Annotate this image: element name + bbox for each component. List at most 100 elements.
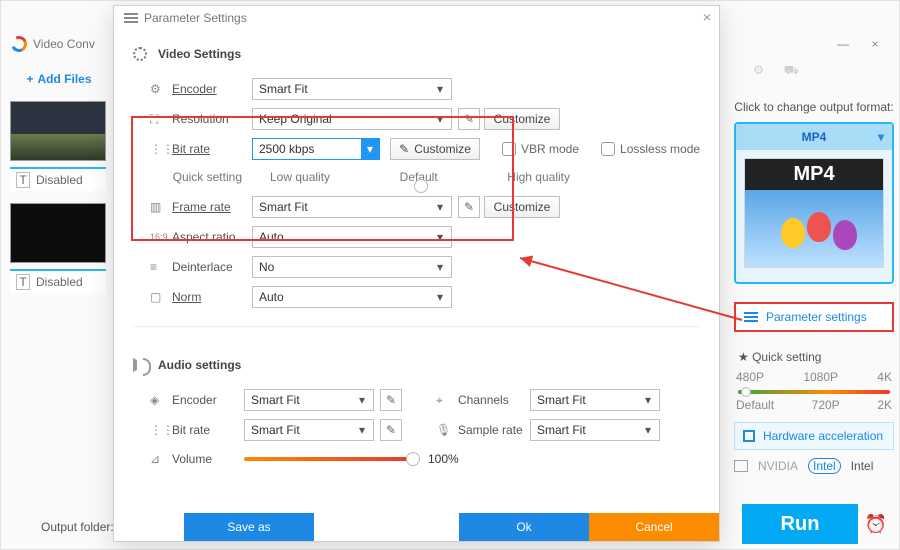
quick-setting-label: ★ Quick setting (738, 350, 894, 364)
audio-bitrate-select[interactable]: Smart Fit▾ (244, 419, 374, 441)
chevron-down-icon: ▾ (878, 130, 884, 144)
run-button[interactable]: Run (742, 504, 858, 544)
norm-label: Norm (172, 290, 252, 304)
pencil-icon: ✎ (399, 142, 409, 156)
dialog-close-button[interactable]: × (703, 9, 711, 25)
add-files-button[interactable]: +Add Files (7, 63, 111, 95)
chip-icon (743, 430, 755, 442)
audio-encoder-select[interactable]: Smart Fit▾ (244, 389, 374, 411)
parameter-settings-button[interactable]: Parameter settings (734, 302, 894, 332)
parameter-settings-dialog: Parameter Settings × Video Settings ⚙ En… (113, 5, 720, 542)
video-thumbnail-2[interactable] (10, 203, 106, 263)
ok-button[interactable]: Ok (459, 513, 589, 541)
sliders-icon (744, 312, 758, 322)
audio-encoder-icon: ◈ (150, 393, 172, 407)
framerate-icon: ▥ (150, 200, 172, 214)
aspect-select[interactable]: Auto▾ (252, 226, 452, 248)
speaker-icon (133, 358, 147, 372)
cart-icon[interactable]: ⛟ (784, 63, 799, 79)
audio-bitrate-icon: ⋮⋮ (150, 423, 172, 437)
intel-badge: Intel (808, 458, 841, 474)
gear-icon (133, 47, 147, 61)
alarm-icon[interactable]: ⏰ (858, 504, 894, 544)
text-icon: T (16, 274, 30, 290)
samplerate-select[interactable]: Smart Fit▾ (530, 419, 660, 441)
volume-slider[interactable] (244, 457, 414, 461)
hardware-accel-toggle[interactable]: Hardware acceleration (734, 422, 894, 450)
channels-select[interactable]: Smart Fit▾ (530, 389, 660, 411)
slider-thumb[interactable] (741, 387, 751, 397)
vendor-badges: NVIDIAIntelIntel (734, 458, 894, 474)
framerate-select[interactable]: Smart Fit▾ (252, 196, 452, 218)
quick-setting-slider[interactable] (738, 390, 890, 394)
framerate-label: Frame rate (172, 200, 252, 214)
resolution-select[interactable]: Keep Original▾ (252, 108, 452, 130)
toolbar-icons-right: ⚙ ⛟ (753, 63, 799, 79)
bitrate-select[interactable]: 2500 kbps▾ (252, 138, 380, 160)
bitrate-label: Bit rate (172, 142, 252, 156)
quick-quality-slider: Quick setting Low qualityDefaultHigh qua… (114, 164, 719, 192)
dialog-button-bar: Save as Ok Cancel (114, 513, 719, 541)
format-badge: MP4 (745, 159, 883, 190)
resolution-edit-icon[interactable]: ✎ (458, 108, 480, 130)
sliders-icon (124, 13, 138, 23)
chevron-down-icon: ▾ (433, 230, 447, 244)
audio-bitrate-label: Bit rate (172, 423, 244, 437)
deinterlace-label: Deinterlace (172, 260, 252, 274)
edit-icon[interactable]: ✎ (380, 389, 402, 411)
volume-icon: ⊿ (150, 452, 172, 466)
dialog-title: Parameter Settings × (114, 6, 719, 30)
chevron-down-icon: ▾ (433, 260, 447, 274)
chevron-down-icon: ▾ (361, 139, 379, 159)
nvidia-icon (734, 460, 748, 472)
vbr-mode-checkbox[interactable]: VBR mode (502, 142, 579, 156)
resolution-label: Resolution (172, 112, 252, 126)
volume-value: 100% (428, 452, 459, 466)
aspect-label: Aspect ratio (172, 230, 252, 244)
volume-label: Volume (172, 452, 244, 466)
encoder-label: Encoder (172, 82, 252, 96)
audio-encoder-label: Encoder (172, 393, 244, 407)
cancel-button[interactable]: Cancel (589, 513, 719, 541)
left-panel: +Add Files TDisabled TDisabled (7, 63, 111, 305)
resolution-icon: ⛶ (150, 112, 172, 127)
resolution-customize-button[interactable]: Customize (484, 108, 560, 130)
slider-thumb[interactable] (414, 179, 428, 193)
channels-label: Channels (458, 393, 530, 407)
right-panel: Click to change output format: MP4▾ MP4 … (734, 100, 894, 474)
samplerate-label: Sample rate (458, 423, 530, 437)
chevron-down-icon: ▾ (433, 82, 447, 96)
text-icon: T (16, 172, 30, 188)
output-folder-label: Output folder: (41, 520, 114, 534)
chevron-down-icon: ▾ (433, 290, 447, 304)
audio-settings-header: Audio settings (114, 341, 719, 385)
format-header[interactable]: MP4▾ (736, 124, 892, 150)
encoder-select[interactable]: Smart Fit▾ (252, 78, 452, 100)
channels-icon: ⌖ (436, 393, 458, 408)
samplerate-icon: 🎙 (436, 423, 458, 437)
edit-icon[interactable]: ✎ (380, 419, 402, 441)
video-settings-header: Video Settings (114, 30, 719, 74)
chevron-down-icon: ▾ (433, 200, 447, 214)
subtitle-disabled-1[interactable]: TDisabled (10, 167, 106, 191)
encoder-icon: ⚙ (150, 82, 172, 96)
deinterlace-select[interactable]: No▾ (252, 256, 452, 278)
video-thumbnail-1[interactable] (10, 101, 106, 161)
minimize-button[interactable]: — (827, 29, 859, 59)
app-title: Video Conv (33, 37, 95, 51)
save-as-button[interactable]: Save as (184, 513, 314, 541)
lossless-mode-checkbox[interactable]: Lossless mode (601, 142, 700, 156)
close-button[interactable]: × (859, 29, 891, 59)
chevron-down-icon: ▾ (433, 112, 447, 126)
bitrate-customize-button[interactable]: ✎Customize (390, 138, 480, 160)
output-format-card[interactable]: MP4▾ MP4 (734, 122, 894, 284)
slider-thumb[interactable] (406, 452, 420, 466)
change-format-label: Click to change output format: (734, 100, 894, 114)
gift-icon[interactable]: ⚙ (753, 63, 764, 79)
framerate-customize-button[interactable]: Customize (484, 196, 560, 218)
framerate-edit-icon[interactable]: ✎ (458, 196, 480, 218)
norm-select[interactable]: Auto▾ (252, 286, 452, 308)
norm-icon: ▢ (150, 290, 172, 304)
divider (134, 326, 699, 327)
subtitle-disabled-2[interactable]: TDisabled (10, 269, 106, 293)
